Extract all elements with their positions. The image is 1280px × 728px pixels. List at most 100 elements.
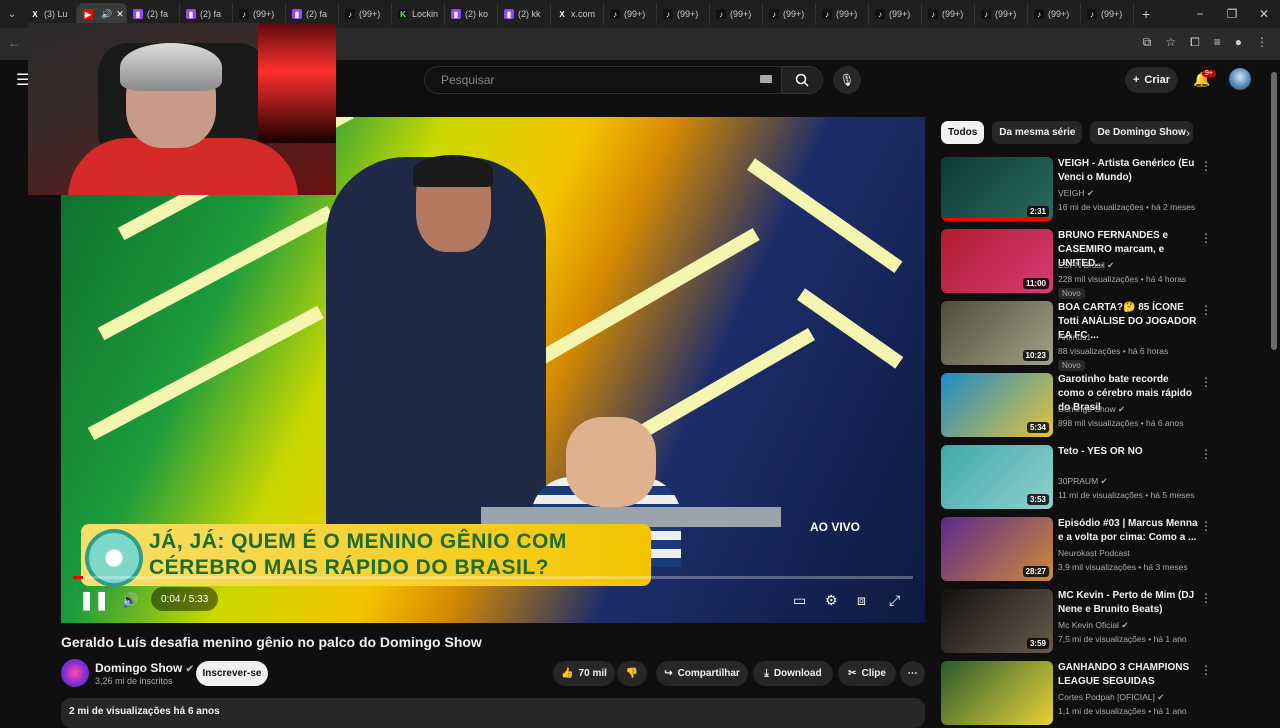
dislike-button[interactable]: 👎: [617, 661, 647, 686]
video-progress-bar[interactable]: [73, 576, 913, 579]
recommendation-thumbnail[interactable]: 3:53: [941, 445, 1053, 509]
more-actions-button[interactable]: ⋯: [900, 661, 925, 686]
miniplayer-button[interactable]: ⧈: [857, 585, 866, 615]
browser-tab[interactable]: ▮ (2) fa: [286, 3, 339, 25]
extensions-icon[interactable]: ⧠: [1190, 35, 1200, 50]
minimize-button[interactable]: −: [1184, 0, 1216, 28]
recommendation-channel[interactable]: VEIGH ✔: [1058, 188, 1094, 199]
subscribe-button[interactable]: Inscrever-se: [196, 661, 268, 686]
more-vertical-icon[interactable]: ⋮: [1200, 447, 1212, 461]
subtitles-button[interactable]: ▭: [793, 585, 806, 615]
browser-tab[interactable]: ♪ (99+): [922, 3, 975, 25]
recommendation-channel[interactable]: Cortes Podpah [OFICIAL] ✔: [1058, 692, 1164, 703]
create-button[interactable]: + Criar: [1125, 67, 1178, 93]
cast-icon[interactable]: ⧉: [1143, 35, 1152, 50]
download-button[interactable]: ⤓ Download: [753, 661, 833, 686]
tab-search-chevron-icon[interactable]: ⌄: [0, 0, 24, 28]
browser-tab[interactable]: X (3) Lu: [24, 3, 77, 25]
browser-tab[interactable]: ♪ (99+): [604, 3, 657, 25]
audio-playing-icon[interactable]: 🔊: [101, 9, 112, 20]
new-tab-button[interactable]: +: [1142, 6, 1150, 22]
recommendation-channel[interactable]: Aminus1: [1058, 332, 1091, 342]
recommendation-thumbnail[interactable]: 11:00: [941, 229, 1053, 293]
recommendation-channel[interactable]: ESPN Brasil ✔: [1058, 260, 1114, 271]
keyboard-icon[interactable]: [760, 75, 772, 83]
browser-tab[interactable]: ♪ (99+): [657, 3, 710, 25]
recommendation-item[interactable]: 5:34 Garotinho bate recorde como o cérebr…: [941, 373, 1241, 439]
browser-tab[interactable]: ♪ (99+): [975, 3, 1028, 25]
browser-tab[interactable]: ♪ (99+): [1081, 3, 1134, 25]
recommendation-item[interactable]: GANHANDO 3 CHAMPIONS LEAGUE SEGUIDAS Cort…: [941, 661, 1241, 727]
recommendation-thumbnail[interactable]: 10:23: [941, 301, 1053, 365]
browser-tab[interactable]: ♪ (99+): [869, 3, 922, 25]
page-scrollbar[interactable]: [1271, 72, 1277, 350]
more-vertical-icon[interactable]: ⋮: [1200, 375, 1212, 389]
browser-tab[interactable]: ▮ (2) fa: [180, 3, 233, 25]
recommendation-channel[interactable]: Domingo Show ✔: [1058, 404, 1125, 415]
back-arrow-icon[interactable]: ←: [8, 36, 20, 50]
recommendation-title[interactable]: GANHANDO 3 CHAMPIONS LEAGUE SEGUIDAS: [1058, 661, 1198, 689]
recommendation-thumbnail[interactable]: 3:59: [941, 589, 1053, 653]
channel-name[interactable]: Domingo Show ✔: [95, 661, 194, 675]
recommendation-thumbnail[interactable]: 28:27: [941, 517, 1053, 581]
recommendation-thumbnail[interactable]: 2:31: [941, 157, 1053, 221]
recommendation-item[interactable]: 3:59 MC Kevin - Perto de Mim (DJ Nene e B…: [941, 589, 1241, 655]
share-button[interactable]: ↪ Compartilhar: [656, 661, 748, 686]
profile-icon[interactable]: ●: [1235, 35, 1242, 50]
pause-button[interactable]: ❚❚: [79, 585, 109, 615]
browser-tab[interactable]: ♪ (99+): [233, 3, 286, 25]
chevron-right-icon[interactable]: ›: [1186, 126, 1190, 140]
account-avatar[interactable]: [1229, 68, 1251, 90]
recommendation-title[interactable]: Episódio #03 | Marcus Menna e a volta po…: [1058, 517, 1198, 545]
chip-from-channel[interactable]: De Domingo Show: [1090, 121, 1193, 144]
close-tab-icon[interactable]: ✕: [116, 9, 124, 20]
restore-button[interactable]: ❐: [1216, 0, 1248, 28]
browser-tab[interactable]: ♪ (99+): [339, 3, 392, 25]
recommendation-item[interactable]: 2:31 VEIGH - Artista Genérico (Eu Venci o…: [941, 157, 1241, 223]
volume-button[interactable]: 🔊: [121, 585, 138, 615]
description-box[interactable]: 2 mi de visualizações há 6 anos: [61, 698, 925, 728]
chip-same-series[interactable]: Da mesma série: [992, 121, 1083, 144]
browser-tab[interactable]: ♪ (99+): [710, 3, 763, 25]
fullscreen-button[interactable]: ⤢: [889, 585, 900, 615]
browser-tab[interactable]: Xx.com: [551, 3, 604, 25]
browser-tab[interactable]: ♪ (99+): [763, 3, 816, 25]
browser-tab[interactable]: ▶ 🔊 ✕: [77, 3, 127, 25]
recommendation-thumbnail[interactable]: 5:34: [941, 373, 1053, 437]
voice-search-button[interactable]: 🎙: [833, 66, 861, 94]
recommendation-title[interactable]: Teto - YES OR NO: [1058, 445, 1198, 459]
recommendation-channel[interactable]: 30PRAUM ✔: [1058, 476, 1108, 487]
like-button[interactable]: 👍 70 mil: [553, 661, 615, 686]
settings-button[interactable]: ⚙: [825, 585, 838, 615]
browser-menu-icon[interactable]: ⋮: [1256, 35, 1268, 50]
clip-button[interactable]: ✂ Clipe: [838, 661, 896, 686]
more-vertical-icon[interactable]: ⋮: [1200, 519, 1212, 533]
recommendation-title[interactable]: VEIGH - Artista Genérico (Eu Venci o Mun…: [1058, 157, 1198, 185]
more-vertical-icon[interactable]: ⋮: [1200, 231, 1212, 245]
recommendation-item[interactable]: 28:27 Episódio #03 | Marcus Menna e a vol…: [941, 517, 1241, 583]
browser-tab[interactable]: ▮ (2) fa: [127, 3, 180, 25]
recommendation-item[interactable]: 3:53 Teto - YES OR NO 30PRAUM ✔ 11 mi de vi…: [941, 445, 1241, 511]
channel-avatar[interactable]: [61, 659, 89, 687]
recommendation-thumbnail[interactable]: [941, 661, 1053, 725]
browser-tab[interactable]: ▮ (2) kk: [498, 3, 551, 25]
chip-all[interactable]: Todos: [941, 121, 985, 144]
search-input[interactable]: Pesquisar: [424, 66, 782, 94]
more-vertical-icon[interactable]: ⋮: [1200, 159, 1212, 173]
recommendation-item[interactable]: 11:00 BRUNO FERNANDES e CASEMIRO marcam, …: [941, 229, 1241, 299]
browser-tab[interactable]: ♪ (99+): [1028, 3, 1081, 25]
recommendation-channel[interactable]: Mc Kevin Oficial ✔: [1058, 620, 1128, 631]
search-button[interactable]: [781, 66, 823, 94]
more-vertical-icon[interactable]: ⋮: [1200, 303, 1212, 317]
bookmark-star-icon[interactable]: ☆: [1165, 35, 1176, 50]
more-vertical-icon[interactable]: ⋮: [1200, 663, 1212, 677]
media-control-icon[interactable]: ≡: [1214, 35, 1221, 50]
recommendation-item[interactable]: 10:23 BOA CARTA?🤔 85 ÍCONE Totti ANÁLISE …: [941, 301, 1241, 371]
more-vertical-icon[interactable]: ⋮: [1200, 591, 1212, 605]
browser-tab[interactable]: K Lockin: [392, 3, 445, 25]
close-window-button[interactable]: ✕: [1248, 0, 1280, 28]
browser-tab[interactable]: ▮ (2) ko: [445, 3, 498, 25]
recommendation-title[interactable]: MC Kevin - Perto de Mim (DJ Nene e Bruni…: [1058, 589, 1198, 617]
recommendation-channel[interactable]: Neurokast Podcast: [1058, 548, 1130, 558]
browser-tab[interactable]: ♪ (99+): [816, 3, 869, 25]
